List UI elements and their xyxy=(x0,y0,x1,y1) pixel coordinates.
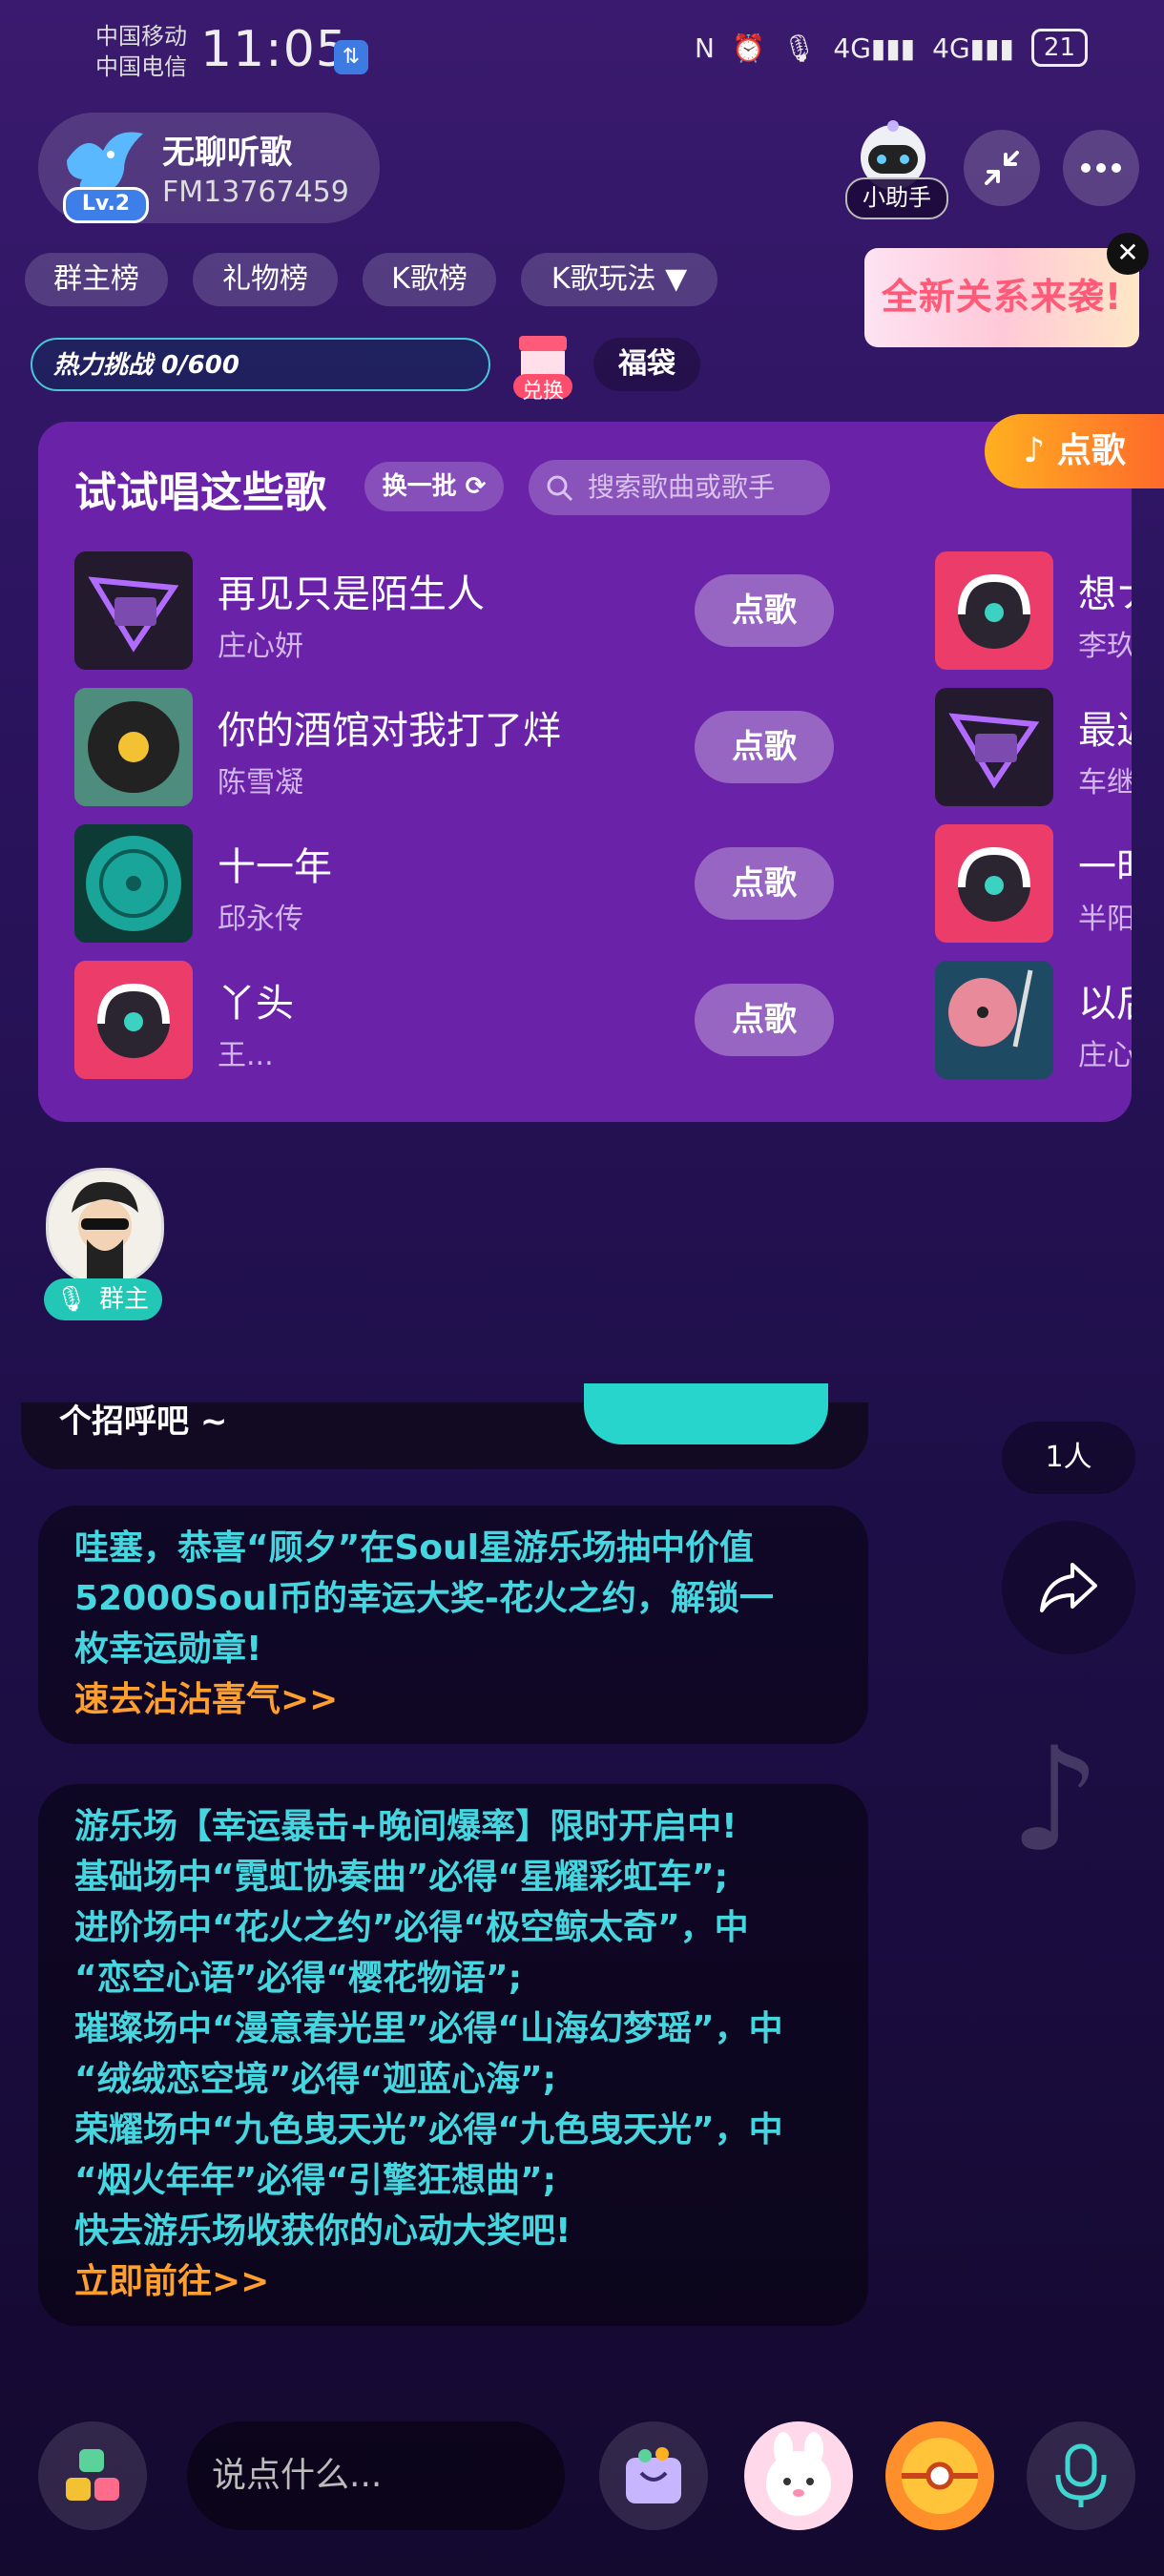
carrier-info: 中国移动 中国电信 xyxy=(95,23,187,80)
song-title-5: 想ナ xyxy=(1078,572,1132,616)
apps-icon xyxy=(66,2449,119,2501)
turntable-icon xyxy=(948,969,1033,1048)
song-artist-2: 陈雪凝 xyxy=(218,766,303,800)
greet-button[interactable] xyxy=(584,1383,828,1444)
host-avatar[interactable] xyxy=(46,1168,164,1286)
promo-banner-text: 全新关系来袭! xyxy=(881,276,1123,318)
message-link[interactable]: 速去沾沾喜气>> xyxy=(74,1674,857,1725)
cassette-icon xyxy=(948,713,1040,789)
pet-button[interactable] xyxy=(744,2421,853,2530)
cassette-icon xyxy=(88,576,179,653)
song-title-7: 一时 xyxy=(1078,845,1132,889)
alarm-icon: ⏰ xyxy=(731,31,765,64)
status-icons: N ⏰ 🎙 4G▮▮▮ 4G▮▮▮ 21 xyxy=(695,29,1088,67)
song-title-3: 十一年 xyxy=(218,845,332,889)
song-cover-7[interactable] xyxy=(935,824,1053,943)
song-artist-7: 半阳 xyxy=(1078,903,1132,936)
song-title-6: 最近 xyxy=(1078,709,1132,753)
mic-icon: 🎙 xyxy=(781,31,817,64)
lucky-bag-button[interactable]: 福袋 xyxy=(593,338,700,391)
gift-bag-button[interactable] xyxy=(599,2421,708,2530)
tab-ksong-rank[interactable]: K歌榜 xyxy=(363,253,496,306)
mic-button[interactable] xyxy=(1027,2421,1135,2530)
apps-button[interactable] xyxy=(38,2421,147,2530)
notification-icon: ⇅ xyxy=(334,40,368,74)
song-artist-5: 李玖 xyxy=(1078,630,1132,663)
minimize-button[interactable] xyxy=(964,130,1040,206)
nfc-icon: N xyxy=(695,31,715,64)
chat-message-1-content: 哇塞，恭喜“顾夕”在Soul星游乐场抽中价值 52000Soul币的幸运大奖-花… xyxy=(74,1523,857,1725)
host-badge: 🎙 群主 xyxy=(44,1278,162,1320)
microphone-icon xyxy=(1055,2443,1107,2507)
song-title-8: 以后 xyxy=(1078,982,1132,1026)
song-cover-2[interactable] xyxy=(74,688,193,806)
more-button[interactable] xyxy=(1063,130,1139,206)
song-cover-5[interactable] xyxy=(935,551,1053,670)
headphones-icon xyxy=(958,573,1030,649)
song-cover-4[interactable] xyxy=(74,961,193,1079)
headphones-icon xyxy=(97,983,170,1058)
vinyl-icon xyxy=(86,836,181,931)
more-dots-icon xyxy=(1081,163,1121,173)
room-id: FM13767459 xyxy=(162,176,349,209)
share-button[interactable] xyxy=(1002,1521,1135,1654)
tab-gift-rank[interactable]: 礼物榜 xyxy=(193,253,338,306)
vinyl-icon xyxy=(88,701,179,793)
change-batch-button[interactable]: 换一批 ⟳ xyxy=(364,462,504,511)
tab-ksong-play[interactable]: K歌玩法 ▼ xyxy=(521,253,717,306)
gacha-ball-icon xyxy=(902,2438,978,2514)
song-title-2: 你的酒馆对我打了烊 xyxy=(218,709,561,753)
chat-message-2-content: 游乐场【幸运暴击+晚间爆率】限时开启中! 基础场中“霓虹协奏曲”必得“星耀彩虹车… xyxy=(74,1801,866,2307)
heat-challenge-bar[interactable]: 热力挑战 0/600 xyxy=(31,338,490,391)
panel-title: 试试唱这些歌 xyxy=(74,468,326,517)
close-icon[interactable]: ✕ xyxy=(1107,233,1149,275)
signal-icon-2: 4G▮▮▮ xyxy=(932,31,1014,64)
order-button-2[interactable]: 点歌 xyxy=(695,711,834,783)
battery-level: 21 xyxy=(1030,29,1088,67)
mic-icon: 🎙 xyxy=(55,1285,88,1314)
headphones-icon xyxy=(958,846,1030,922)
song-title-1: 再见只是陌生人 xyxy=(218,572,485,616)
order-button-4[interactable]: 点歌 xyxy=(695,984,834,1056)
collapse-icon xyxy=(985,151,1019,185)
order-button-1[interactable]: 点歌 xyxy=(695,574,834,647)
song-artist-1: 庄心妍 xyxy=(218,630,303,663)
song-title-4: 丫头 xyxy=(218,982,294,1026)
lottery-ball-button[interactable] xyxy=(885,2421,994,2530)
song-artist-3: 邱永传 xyxy=(218,903,303,936)
online-count[interactable]: 1人 xyxy=(1002,1422,1135,1494)
song-list-right: 想ナ 李玖 最近 车继 一时 半阳 以后 庄心 xyxy=(933,551,1132,1086)
share-icon xyxy=(1040,1563,1097,1612)
level-badge: Lv.2 xyxy=(63,187,149,223)
song-cover-1[interactable] xyxy=(74,551,193,670)
shop-label: 兑换 xyxy=(521,380,564,404)
tab-host-rank[interactable]: 群主榜 xyxy=(25,253,168,306)
greeting-text: 个招呼吧 ~ xyxy=(59,1402,228,1441)
song-artist-6: 车继 xyxy=(1078,766,1132,800)
order-button-3[interactable]: 点歌 xyxy=(695,847,834,920)
song-cover-6[interactable] xyxy=(935,688,1053,806)
bunny-avatar-icon xyxy=(766,2432,831,2516)
shopping-bag-icon xyxy=(626,2447,681,2503)
music-note-decoration: ♪ xyxy=(1009,1717,1101,1883)
chat-input[interactable]: 说点什么... xyxy=(187,2421,565,2530)
message-link[interactable]: 立即前往>> xyxy=(74,2256,866,2307)
clock: 11:05 xyxy=(200,21,348,78)
assistant-label[interactable]: 小助手 xyxy=(845,177,948,219)
song-artist-8: 庄心 xyxy=(1078,1039,1132,1072)
song-artist-4: 王... xyxy=(218,1039,274,1072)
avatar xyxy=(72,1181,138,1283)
signal-icon: 4G▮▮▮ xyxy=(833,31,916,64)
song-cover-8[interactable] xyxy=(935,961,1053,1079)
song-cover-3[interactable] xyxy=(74,824,193,943)
room-name: 无聊听歌 xyxy=(162,134,292,172)
status-bar: 中国移动 中国电信 11:05 ⇅ N ⏰ 🎙 4G▮▮▮ 4G▮▮▮ 21 xyxy=(0,0,1164,114)
order-song-tag[interactable]: ♪ 点歌 xyxy=(985,414,1164,488)
search-icon xyxy=(547,475,573,502)
